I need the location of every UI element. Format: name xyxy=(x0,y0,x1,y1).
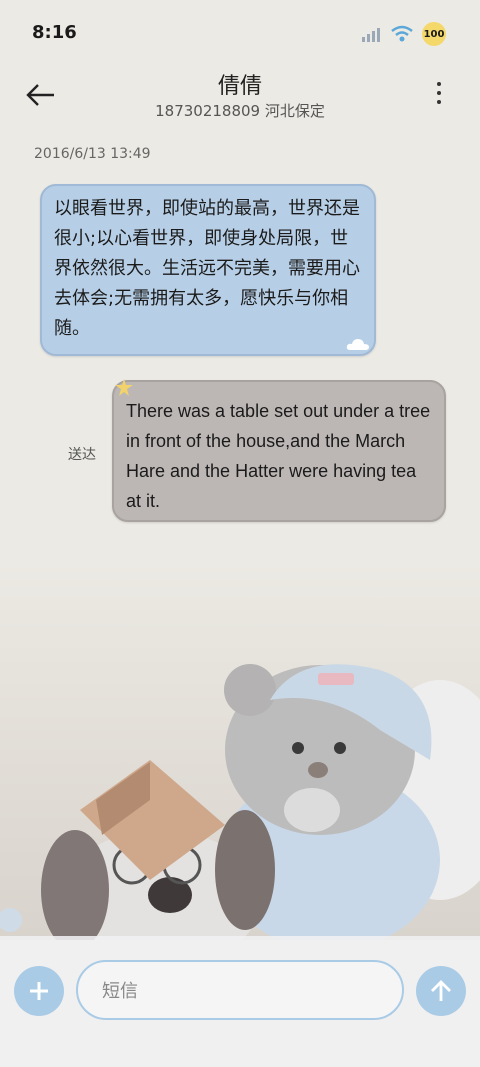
sent-message-bubble[interactable]: There was a table set out under a tree i… xyxy=(112,379,446,522)
contact-name: 倩倩 xyxy=(217,74,262,99)
plus-icon xyxy=(30,982,48,1000)
wifi-icon xyxy=(391,25,413,42)
status-icons: 100 xyxy=(362,22,446,46)
more-vert-icon[interactable] xyxy=(432,82,446,110)
message-input[interactable] xyxy=(100,962,384,1020)
battery-indicator: 100 xyxy=(422,22,446,46)
sent-message-text: There was a table set out under a tree i… xyxy=(126,401,431,511)
message-input-container[interactable] xyxy=(76,960,404,1020)
signal-icon xyxy=(362,28,380,42)
received-message-text: 以眼看世界，即使站的最高，世界还是很小;以心看世界，即使身处局限，世界依然很大。… xyxy=(54,198,360,339)
received-message-bubble[interactable]: 以眼看世界，即使站的最高，世界还是很小;以心看世界，即使身处局限，世界依然很大。… xyxy=(40,184,376,356)
cloud-icon xyxy=(346,339,369,350)
star-icon xyxy=(115,379,133,396)
contact-phone-location: 18730218809 河北保定 xyxy=(155,102,325,120)
wallpaper-image xyxy=(0,560,480,940)
delivery-status: 送达 xyxy=(68,447,96,463)
message-timestamp: 2016/6/13 13:49 xyxy=(34,146,151,162)
send-button[interactable] xyxy=(416,966,466,1016)
attach-button[interactable] xyxy=(14,966,64,1016)
clock: 8:16 xyxy=(32,22,77,43)
conversation-header: 倩倩 18730218809 河北保定 xyxy=(0,64,480,134)
send-arrow-icon xyxy=(431,980,451,1001)
status-bar: 8:16 100 xyxy=(0,0,480,64)
